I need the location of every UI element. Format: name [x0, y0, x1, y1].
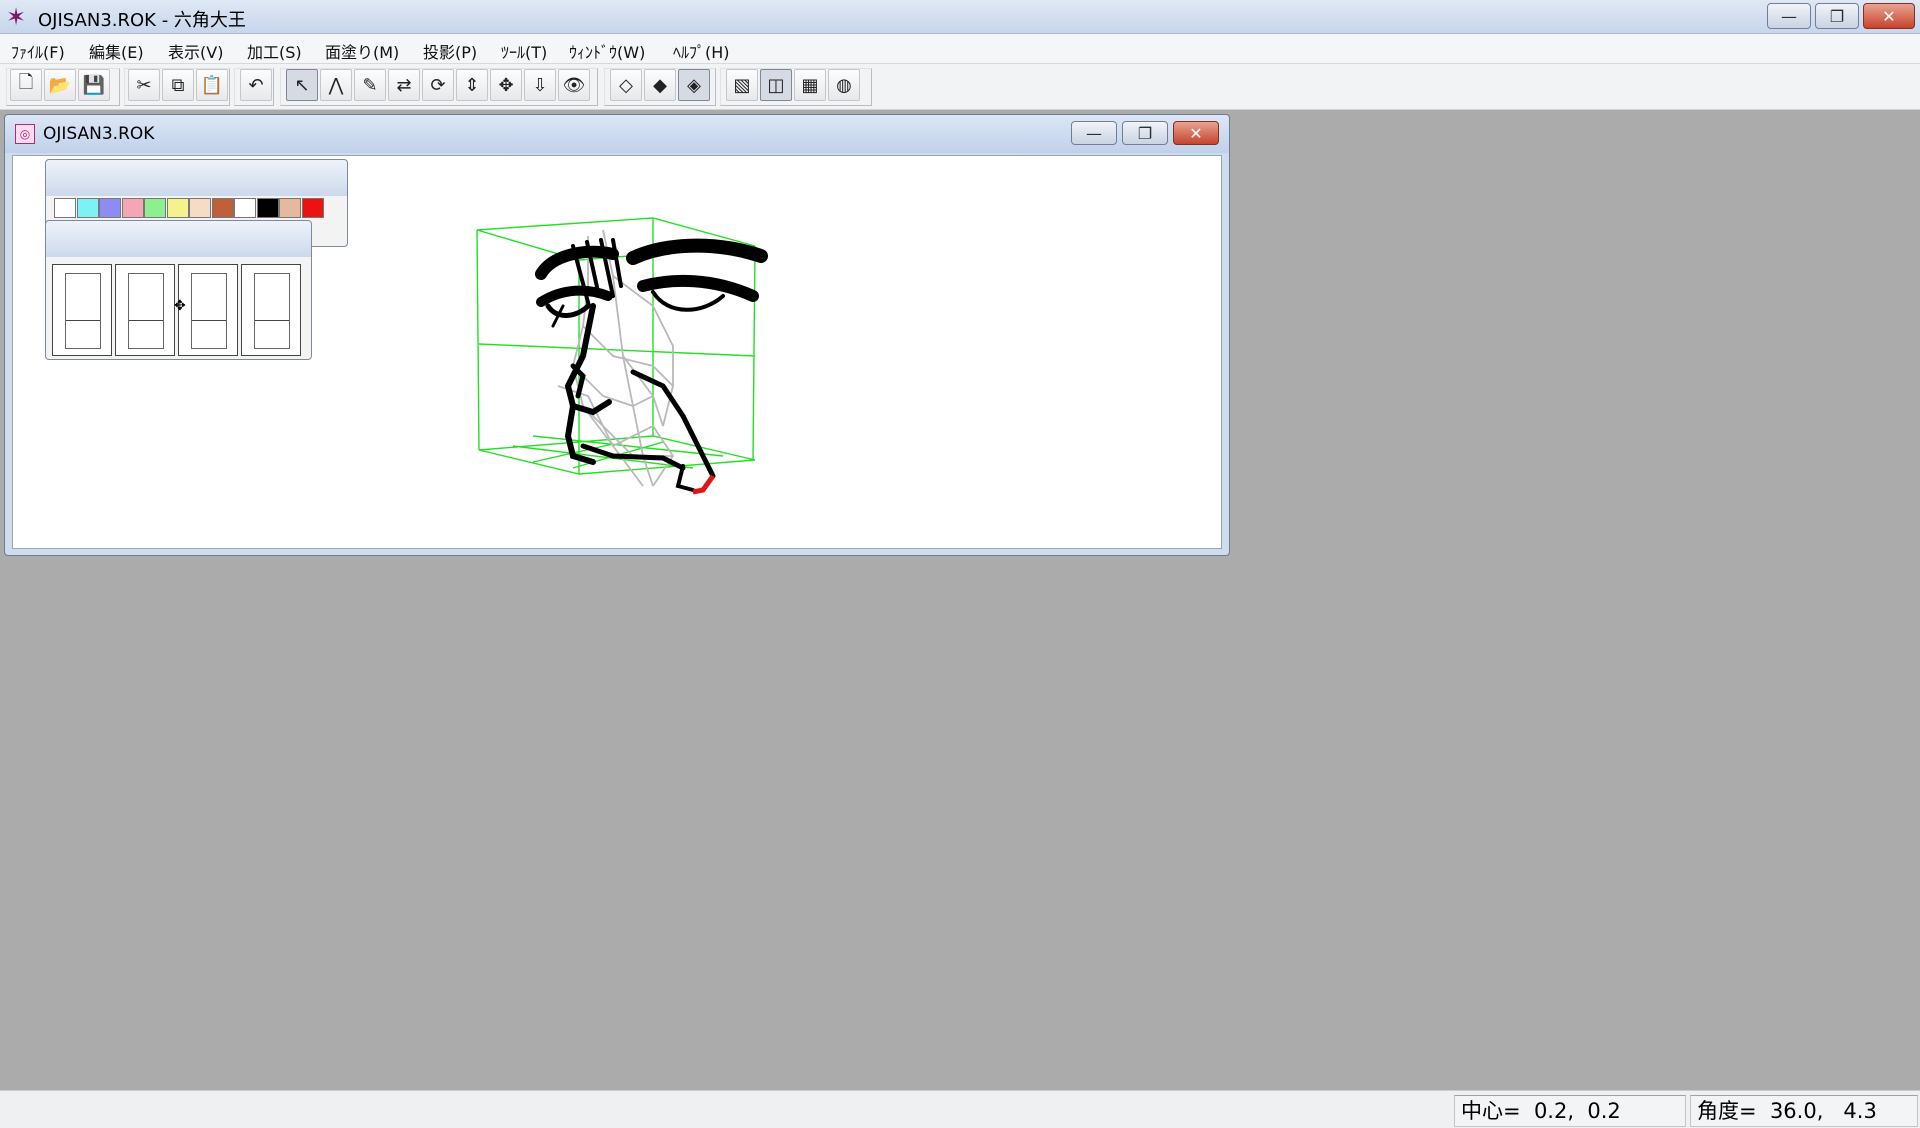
minimize-button[interactable]: — [1767, 3, 1811, 29]
new-file-icon[interactable]: 🗋 [10, 69, 42, 101]
menu-window[interactable]: ｳｨﾝﾄﾞｳ(W) [566, 39, 648, 63]
color-swatch[interactable] [166, 198, 189, 218]
save-icon[interactable]: 💾 [78, 69, 110, 101]
color-swatch[interactable] [76, 198, 99, 218]
app-icon[interactable]: ✶ [3, 4, 29, 30]
mesh-lines [557, 229, 675, 487]
restore-button[interactable]: ❐ [1815, 3, 1859, 29]
render-image-icon[interactable]: ▧ [726, 69, 758, 101]
toolbar: 🗋 📂 💾 ✂ ⧉ 📋 ↶ ↖ ⋀ ✎ ⇄ ⟳ ⇕ ✥ ⇩ 👁 ◇ ◆ ◈ ▧ ◫ ▦ ◍ [0, 64, 1920, 110]
document-title-bar[interactable]: ◎ OJISAN3.ROK — ❐ ✕ [5, 115, 1229, 153]
close-button[interactable]: ✕ [1863, 3, 1915, 29]
push-icon[interactable]: ⇩ [524, 69, 556, 101]
view-cell-frame [254, 273, 290, 349]
palette-icon[interactable]: ◍ [828, 69, 860, 101]
view-cell-frame [65, 273, 101, 349]
mirror-right-icon[interactable]: ◆ [644, 69, 676, 101]
red-highlight-stroke [692, 474, 716, 495]
color-swatch[interactable] [99, 198, 121, 218]
document-model-icon[interactable]: ◎ [15, 124, 35, 144]
color-swatch[interactable] [121, 198, 144, 218]
view-cell-2[interactable] [115, 264, 175, 356]
document-title: OJISAN3.ROK [43, 124, 155, 144]
color-swatch[interactable] [234, 198, 256, 218]
view-selector-window[interactable]: ✥ [45, 220, 312, 360]
color-swatch[interactable] [144, 198, 166, 218]
scale-icon[interactable]: ⇕ [456, 69, 488, 101]
document-minimize-button[interactable]: — [1071, 121, 1117, 145]
polyline-icon[interactable]: ⋀ [320, 69, 352, 101]
color-swatch[interactable] [256, 198, 279, 218]
view-cell-divider [192, 320, 226, 321]
document-close-button[interactable]: ✕ [1173, 121, 1219, 145]
menu-tools[interactable]: ﾂｰﾙ(T) [498, 39, 550, 63]
view-cell-divider [255, 320, 289, 321]
mirror-both-icon[interactable]: ◈ [678, 69, 710, 101]
view-cell-frame [191, 273, 227, 349]
color-palette-title-bar[interactable] [46, 160, 347, 196]
select-arrow-icon[interactable]: ↖ [286, 69, 318, 101]
color-swatch[interactable] [189, 198, 211, 218]
view-cell-1[interactable] [52, 264, 112, 356]
undo-icon[interactable]: ↶ [240, 69, 272, 101]
view-cell-3[interactable] [178, 264, 238, 356]
title-bar: ✶ OJISAN3.ROK - 六角大王 — ❐ ✕ [0, 0, 1920, 34]
cut-icon[interactable]: ✂ [128, 69, 160, 101]
status-angle: 角度= 36.0, 4.3 [1690, 1095, 1918, 1127]
view-cell-frame [128, 273, 164, 349]
menu-process[interactable]: 加工(S) [244, 39, 305, 63]
view-cell-divider [129, 320, 163, 321]
menu-edit[interactable]: 編集(E) [86, 39, 147, 63]
flip-icon[interactable]: ⇄ [388, 69, 420, 101]
view-eye-icon[interactable]: 👁 [558, 69, 590, 101]
view-cell-4[interactable] [241, 264, 301, 356]
mirror-left-icon[interactable]: ◇ [610, 69, 642, 101]
color-swatch[interactable] [54, 198, 76, 218]
document-restore-button[interactable]: ❐ [1122, 121, 1168, 145]
menu-bar: ﾌｧｲﾙ(F) 編集(E) 表示(V) 加工(S) 面塗り(M) 投影(P) ﾂ… [0, 34, 1920, 64]
color-swatch[interactable] [211, 198, 234, 218]
paste-icon[interactable]: 📋 [196, 69, 228, 101]
status-bar: 中心= 0.2, 0.2 角度= 36.0, 4.3 [0, 1090, 1920, 1128]
view-cell-divider [66, 320, 100, 321]
cube-view-icon[interactable]: ◫ [760, 69, 792, 101]
menu-projection[interactable]: 投影(P) [420, 39, 480, 63]
color-swatch[interactable] [301, 198, 324, 218]
view-selector-title-bar[interactable] [46, 221, 311, 257]
status-center: 中心= 0.2, 0.2 [1454, 1095, 1686, 1127]
menu-surface[interactable]: 面塗り(M) [322, 39, 402, 63]
paint-icon[interactable]: ✎ [354, 69, 386, 101]
menu-file[interactable]: ﾌｧｲﾙ(F) [8, 39, 68, 63]
window-title: OJISAN3.ROK - 六角大王 [38, 10, 246, 31]
menu-view[interactable]: 表示(V) [165, 39, 226, 63]
move-cursor-icon: ✥ [174, 298, 186, 314]
rotate-icon[interactable]: ⟳ [422, 69, 454, 101]
menu-help[interactable]: ﾍﾙﾌﾟ(H) [670, 39, 733, 63]
open-folder-icon[interactable]: 📂 [44, 69, 76, 101]
color-swatch[interactable] [279, 198, 301, 218]
move-icon[interactable]: ✥ [490, 69, 522, 101]
copy-icon[interactable]: ⧉ [162, 69, 194, 101]
grid-table-icon[interactable]: ▦ [794, 69, 826, 101]
